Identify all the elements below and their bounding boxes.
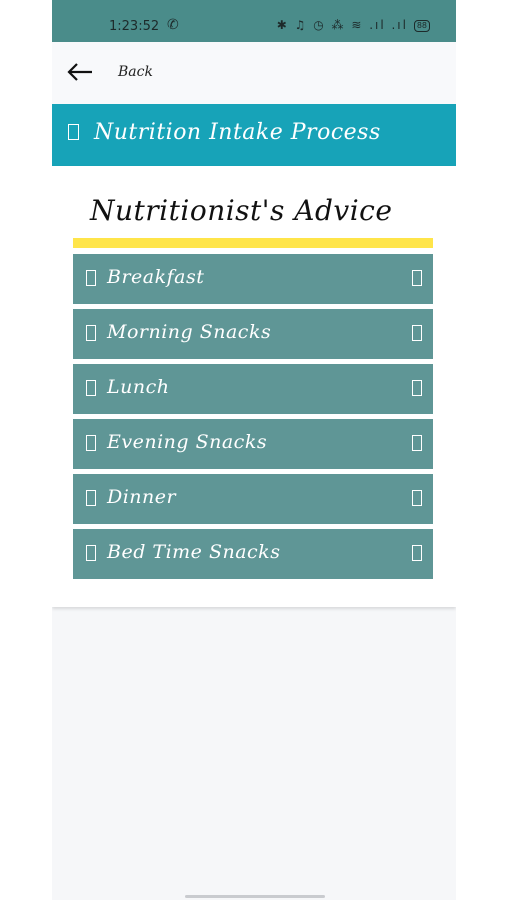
- menu-item-label: Breakfast: [107, 266, 205, 288]
- placeholder-glyph-icon: [68, 124, 79, 140]
- chevron-right-icon: [412, 490, 422, 506]
- placeholder-glyph-icon: [86, 435, 96, 451]
- menu-item-label: Evening Snacks: [107, 431, 268, 453]
- menu-item-label: Morning Snacks: [107, 321, 272, 343]
- process-title: Nutrition Intake Process: [94, 120, 381, 145]
- menu-item-dinner[interactable]: Dinner: [73, 474, 433, 524]
- menu-item-evening-snacks[interactable]: Evening Snacks: [73, 419, 433, 469]
- menu-item-breakfast[interactable]: Breakfast: [73, 254, 433, 304]
- menu-item-lunch[interactable]: Lunch: [73, 364, 433, 414]
- placeholder-glyph-icon: [86, 270, 96, 286]
- app-screen: 1:23:52 ✆ ✱ ♫ ◷ ⁂ ≋ .ıl .ıl 88 Back Nutr…: [52, 0, 456, 900]
- placeholder-glyph-icon: [86, 490, 96, 506]
- top-navigation-bar: Back: [52, 42, 456, 104]
- menu-item-label: Dinner: [107, 486, 177, 508]
- advice-title: Nutritionist's Advice: [90, 194, 393, 227]
- chevron-right-icon: [412, 545, 422, 561]
- arrow-left-icon[interactable]: [66, 60, 94, 84]
- home-indicator[interactable]: [185, 895, 325, 898]
- menu-item-label: Bed Time Snacks: [107, 541, 281, 563]
- back-button[interactable]: Back: [118, 64, 153, 80]
- phone-call-icon: ✆: [167, 17, 179, 33]
- meal-menu: Breakfast Morning Snacks Lunch Evening S…: [73, 254, 433, 584]
- menu-item-label: Lunch: [107, 376, 170, 398]
- menu-item-bed-time-snacks[interactable]: Bed Time Snacks: [73, 529, 433, 579]
- status-bar: 1:23:52 ✆ ✱ ♫ ◷ ⁂ ≋ .ıl .ıl 88: [52, 0, 456, 42]
- advice-card: Nutritionist's Advice Breakfast Morning …: [52, 166, 456, 607]
- chevron-right-icon: [412, 325, 422, 341]
- chevron-right-icon: [412, 380, 422, 396]
- chevron-right-icon: [412, 435, 422, 451]
- battery-icon: 88: [413, 19, 430, 32]
- placeholder-glyph-icon: [86, 545, 96, 561]
- placeholder-glyph-icon: [86, 380, 96, 396]
- status-time: 1:23:52: [109, 19, 160, 34]
- placeholder-glyph-icon: [86, 325, 96, 341]
- title-underline: [73, 238, 433, 248]
- nutrition-process-header: Nutrition Intake Process: [52, 104, 456, 166]
- status-icon-glyphs: ✱ ♫ ◷ ⁂ ≋ .ıl .ıl: [276, 18, 408, 32]
- status-icons: ✱ ♫ ◷ ⁂ ≋ .ıl .ıl 88: [277, 18, 430, 32]
- menu-item-morning-snacks[interactable]: Morning Snacks: [73, 309, 433, 359]
- chevron-right-icon: [412, 270, 422, 286]
